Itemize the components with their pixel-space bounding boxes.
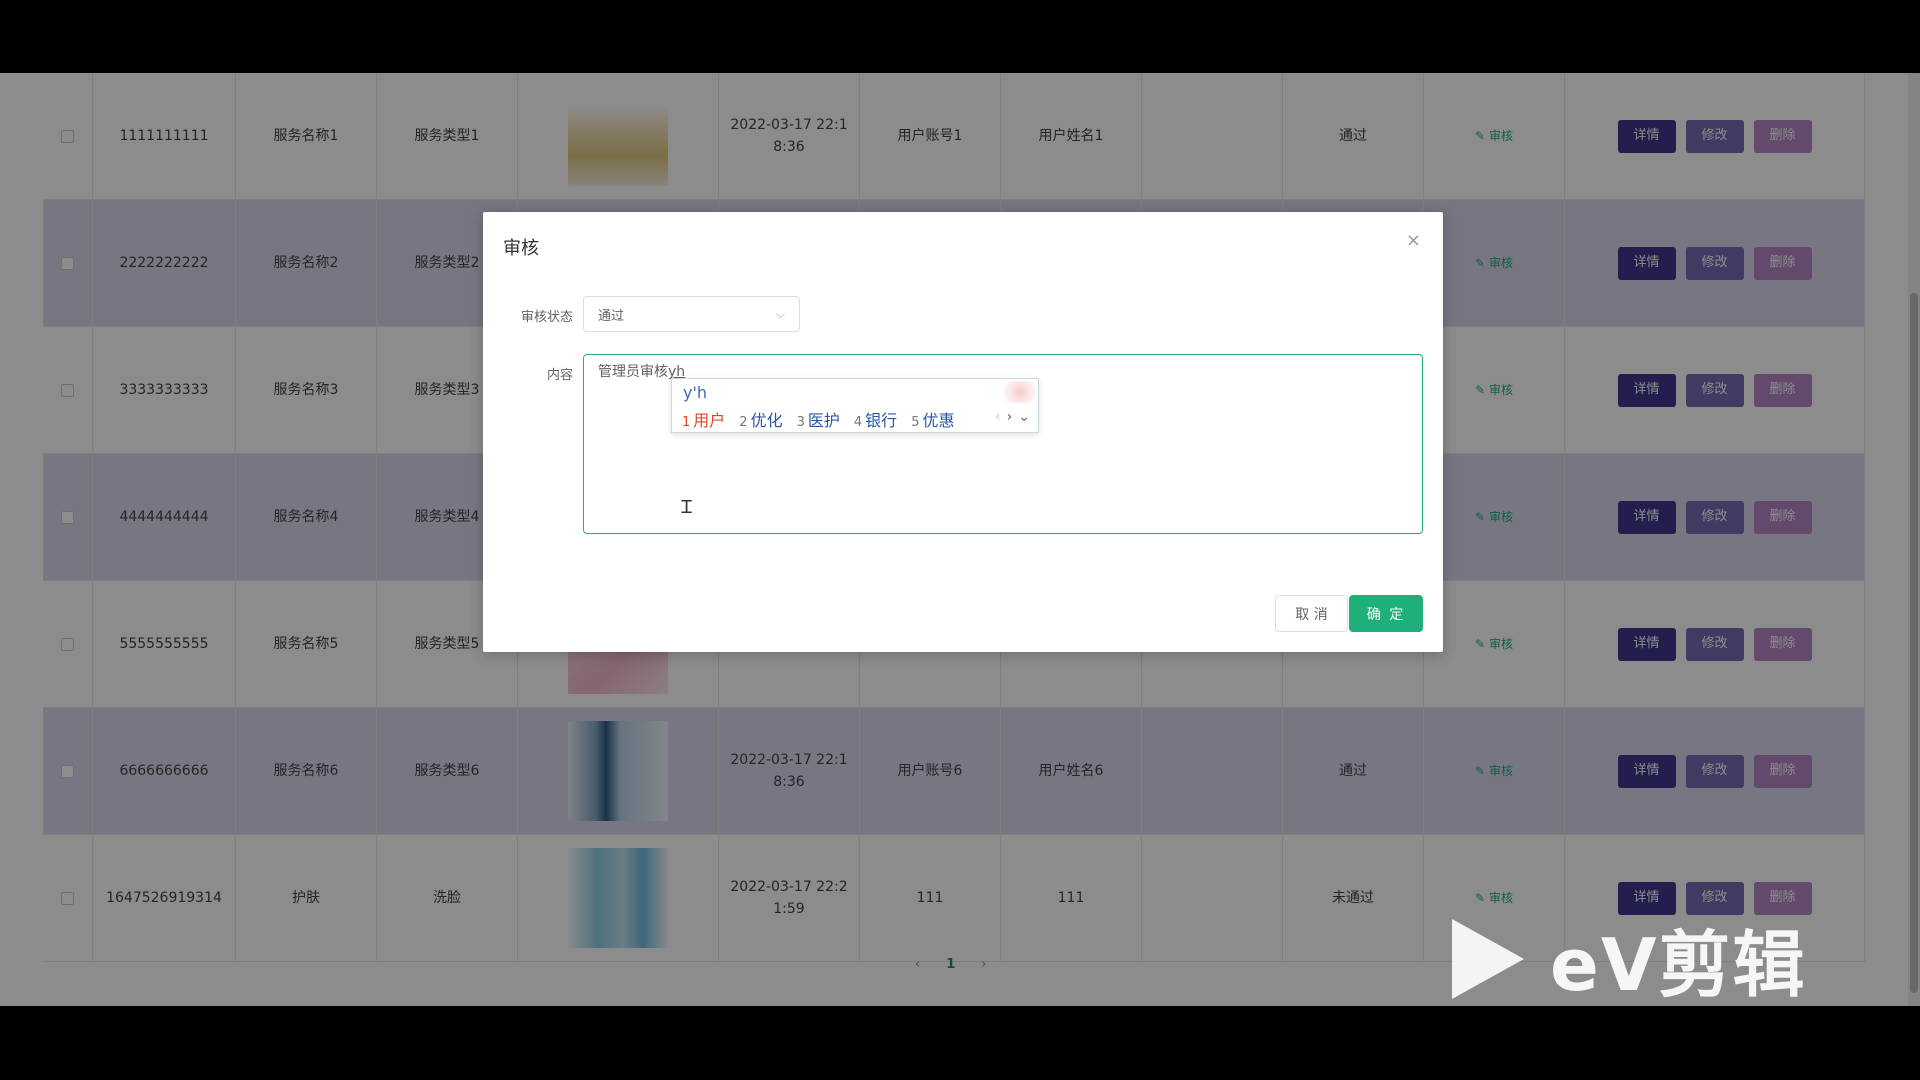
ime-candidate-word: 优惠	[922, 411, 955, 430]
watermark-text: eV剪辑	[1550, 923, 1807, 1007]
ime-candidate-window: y'h 1 用户 2 优化 3 医护 4 银行 5 优惠 ‹ › ⌄	[671, 378, 1039, 433]
chevron-down-icon: ⌵	[775, 306, 785, 321]
ime-expand-icon[interactable]: ⌄	[1018, 409, 1030, 425]
ime-candidate-word: 优化	[750, 411, 783, 430]
ime-pinyin-input: y'h	[683, 383, 708, 402]
ime-candidate-number: 4	[853, 415, 863, 430]
ime-prev-icon[interactable]: ‹	[995, 409, 1001, 425]
ime-candidate[interactable]: 1 用户	[682, 407, 725, 431]
ime-candidate-word: 医护	[807, 411, 840, 430]
ime-candidate[interactable]: 2 优化	[739, 407, 782, 431]
close-icon[interactable]: ×	[1406, 230, 1421, 251]
watermark: eV剪辑	[1452, 906, 1807, 1011]
review-dialog: 审核 × 审核状态 通过 ⌵ 内容 管理员审核yh y'h 1 用户 2 优化 3 医护 4…	[483, 212, 1443, 652]
status-select[interactable]: 通过 ⌵	[583, 296, 800, 332]
ime-next-icon[interactable]: ›	[1007, 409, 1013, 425]
ime-candidate-list: 1 用户 2 优化 3 医护 4 银行 5 优惠	[682, 407, 954, 431]
text-cursor-icon: Ꮖ	[681, 497, 693, 518]
ime-candidate[interactable]: 3 医护	[797, 407, 840, 431]
ime-candidate-number: 2	[739, 415, 748, 430]
ime-candidate-number: 5	[911, 415, 920, 430]
cancel-button[interactable]: 取 消	[1275, 595, 1348, 632]
play-icon	[1452, 918, 1524, 999]
ime-page-controls: ‹ › ⌄	[995, 409, 1030, 425]
ime-candidate-number: 3	[796, 415, 805, 430]
status-select-value: 通过	[598, 308, 625, 324]
ime-candidate[interactable]: 5 优惠	[911, 407, 954, 431]
ime-candidate-word: 银行	[865, 411, 898, 430]
ime-skin-decoration	[996, 381, 1036, 403]
ime-candidate-word: 用户	[693, 411, 726, 430]
confirm-button[interactable]: 确 定	[1349, 595, 1423, 632]
status-label: 审核状态	[520, 310, 573, 325]
content-text: 管理员审核	[598, 364, 668, 380]
ime-candidate[interactable]: 4 银行	[854, 407, 897, 431]
video-frame: 1111111111 服务名称1 服务类型1 2022-03-17 22:1 8:36…	[0, 0, 1920, 1080]
content-label: 内容	[546, 368, 573, 383]
ime-candidate-number: 1	[682, 415, 691, 430]
dialog-title: 审核	[503, 238, 539, 259]
